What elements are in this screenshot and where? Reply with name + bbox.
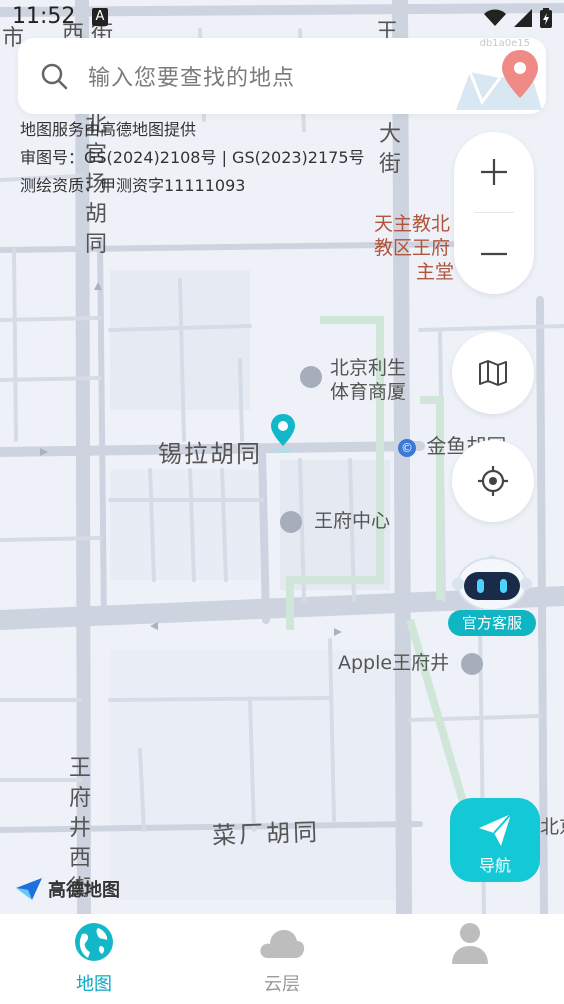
amap-logo: 高德地图 [14,876,120,902]
tab-profile[interactable] [376,914,564,1004]
zoom-controls [454,132,534,294]
user-icon [452,923,488,964]
poi-beijing-lisheng[interactable]: 北京利生 体育商厦 [300,356,406,404]
paper-plane-icon [479,813,512,846]
tab-cloud[interactable]: 云层 [188,914,376,1004]
church-line-2: 教区王府 [374,237,451,259]
location-pin-icon [271,414,295,453]
amap-logo-icon [16,878,42,900]
plus-icon [481,159,507,185]
map-copyright-info: 地图服务由高德地图提供 审图号：GS(2024)2108号 | GS(2023)… [20,116,365,200]
zoom-divider [474,212,514,213]
map-label-xila-hutong: 锡拉胡同 [158,440,262,468]
customer-service-label[interactable]: 官方客服 [448,610,536,636]
poi-apple-store[interactable]: Apple王府井 [338,648,484,675]
navigate-button[interactable]: 导航 [450,798,540,882]
poi-marker-icon [300,366,322,388]
shop-icon [461,652,484,675]
map-label-bei-right: 北京 [540,816,564,838]
map-info-line-3: 测绘资质：甲测资字11111093 [20,176,246,195]
map-info-line-1: 地图服务由高德地图提供 [20,120,197,139]
minus-icon [481,252,507,256]
locate-me-button[interactable] [452,440,534,522]
apple-store-label: Apple王府井 [338,652,450,674]
map-pin-illustration-icon [456,50,542,110]
map-layers-button[interactable] [452,332,534,414]
notification-a-icon: A [92,8,108,26]
battery-icon [540,8,552,28]
map-label-church: 天主教北 教区王府 主堂 [374,212,454,284]
church-line-3: 主堂 [416,261,455,283]
robot-icon [452,555,532,611]
poi-wangfu-center[interactable]: 王府中心 [280,506,390,533]
search-input[interactable]: 输入您要查找的地点 [88,60,295,92]
metro-icon: © [398,438,416,457]
cloud-icon [260,930,305,958]
zoom-out-button[interactable] [454,214,534,294]
wifi-icon [484,9,506,26]
tab-map-label: 地图 [76,974,112,995]
tab-cloud-label: 云层 [264,974,300,995]
building-icon [280,510,302,533]
map-label-caichang-hutong: 菜厂胡同 [211,818,321,850]
search-icon [41,63,68,90]
map-info-line-2: 审图号：GS(2024)2108号 | GS(2023)2175号 [20,148,365,167]
search-bar[interactable]: 输入您要查找的地点 db1a0e15 [18,38,546,114]
navigate-label: 导航 [478,856,511,875]
status-bar: 11:52 A [0,0,564,36]
bottom-tab-bar: 地图 云层 [0,914,564,1004]
locate-icon [478,466,508,496]
status-icons [484,8,552,28]
amap-logo-text: 高德地图 [48,880,120,901]
church-line-1: 天主教北 [374,213,451,235]
zoom-in-button[interactable] [454,132,534,212]
map-icon [479,360,507,386]
signal-icon [514,9,532,27]
globe-icon [75,923,113,961]
wangfu-center-label: 王府中心 [314,510,391,532]
map-label-dajie: 大街 [378,122,401,177]
current-location-pin[interactable] [268,412,298,458]
tab-map[interactable]: 地图 [0,914,188,1004]
status-time: 11:52 [12,4,76,29]
